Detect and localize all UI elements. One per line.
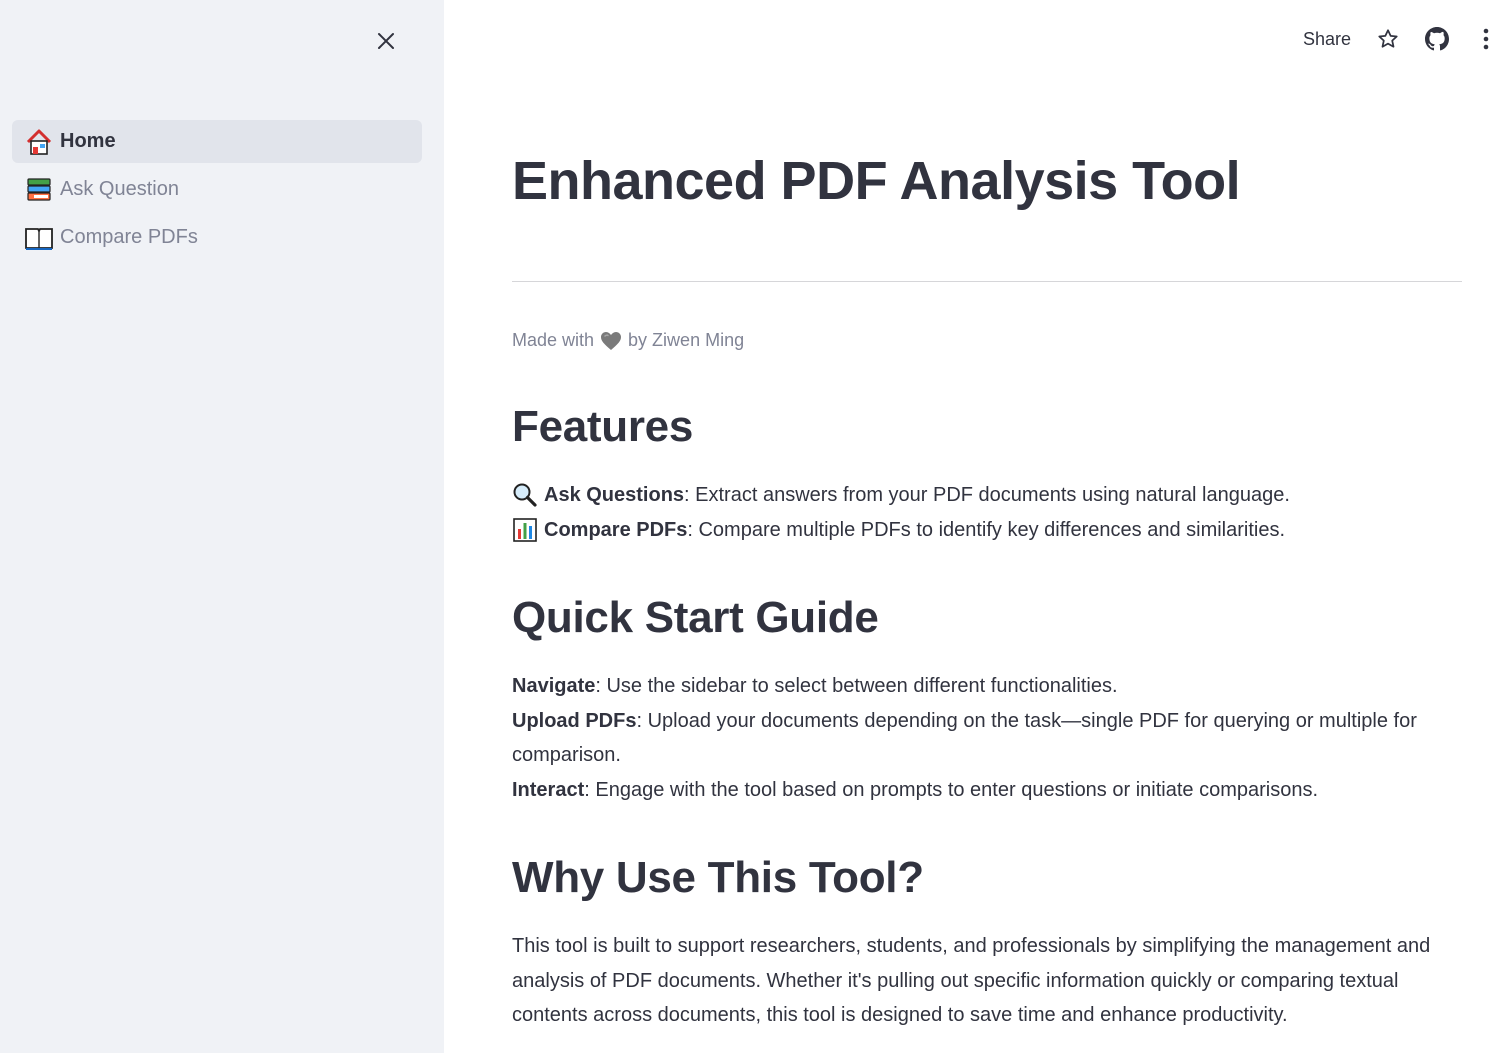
sidebar-item-label: Home bbox=[60, 130, 116, 152]
open-book-icon bbox=[24, 223, 54, 253]
list-item: Compare PDFs : Compare multiple PDFs to … bbox=[512, 513, 1462, 548]
quick-start-heading: Quick Start Guide bbox=[512, 593, 879, 642]
more-vertical-icon bbox=[1483, 28, 1489, 50]
list-item: Upload PDFs : Upload your documents depe… bbox=[512, 704, 1462, 739]
top-toolbar: Share bbox=[1303, 22, 1506, 56]
divider bbox=[512, 281, 1462, 282]
sidebar: Home Ask Question Compare PDFs bbox=[0, 0, 444, 1053]
list-item: Navigate : Use the sidebar to select bet… bbox=[512, 669, 1462, 704]
books-icon bbox=[24, 175, 54, 205]
feature-text: : Compare multiple PDFs to identify key … bbox=[687, 518, 1286, 541]
features-list: Ask Questions : Extract answers from you… bbox=[512, 478, 1462, 547]
page-title: Enhanced PDF Analysis Tool bbox=[512, 151, 1241, 211]
paragraph-line: analysis of PDF documents. Whether it's … bbox=[512, 969, 1399, 992]
bar-chart-icon bbox=[512, 517, 538, 543]
close-icon bbox=[378, 33, 394, 49]
star-button[interactable] bbox=[1371, 22, 1405, 56]
step-name: Upload PDFs bbox=[512, 709, 637, 732]
step-name: Interact bbox=[512, 778, 585, 801]
github-icon bbox=[1425, 27, 1449, 51]
more-menu-button[interactable] bbox=[1469, 22, 1503, 56]
why-heading: Why Use This Tool? bbox=[512, 853, 924, 902]
why-paragraph: This tool is built to support researcher… bbox=[512, 929, 1462, 1033]
step-text: comparison. bbox=[512, 744, 621, 766]
share-button[interactable]: Share bbox=[1303, 29, 1351, 50]
paragraph-line: contents across documents, this tool is … bbox=[512, 1004, 1288, 1026]
sidebar-item-compare-pdfs[interactable]: Compare PDFs bbox=[12, 216, 422, 259]
features-heading: Features bbox=[512, 402, 694, 451]
quick-start-list: Navigate : Use the sidebar to select bet… bbox=[512, 669, 1462, 807]
made-with-caption: Made with by Ziwen Ming bbox=[512, 330, 744, 351]
step-text: : Engage with the tool based on prompts … bbox=[584, 778, 1319, 801]
feature-name: Ask Questions bbox=[544, 484, 685, 506]
paragraph-line: This tool is built to support researcher… bbox=[512, 935, 1431, 957]
list-item: Interact : Engage with the tool based on… bbox=[512, 773, 1462, 808]
list-item: Ask Questions : Extract answers from you… bbox=[512, 478, 1462, 513]
house-icon bbox=[24, 127, 54, 157]
heart-icon bbox=[600, 331, 622, 351]
feature-text: : Extract answers from your PDF document… bbox=[684, 484, 1290, 506]
sidebar-item-ask-question[interactable]: Ask Question bbox=[12, 168, 422, 211]
github-button[interactable] bbox=[1420, 22, 1454, 56]
sidebar-item-label: Ask Question bbox=[60, 178, 179, 200]
step-text: : Use the sidebar to select between diff… bbox=[595, 675, 1118, 697]
feature-name: Compare PDFs bbox=[544, 518, 688, 541]
made-with-suffix: by Ziwen Ming bbox=[628, 330, 745, 350]
magnifier-icon bbox=[512, 482, 538, 508]
made-with-prefix: Made with bbox=[512, 330, 595, 350]
close-sidebar-button[interactable] bbox=[372, 27, 400, 55]
sidebar-item-label: Compare PDFs bbox=[60, 226, 198, 248]
sidebar-item-home[interactable]: Home bbox=[12, 120, 422, 163]
step-text: : Upload your documents depending on the… bbox=[636, 709, 1417, 732]
step-name: Navigate bbox=[512, 675, 596, 697]
app-root: Home Ask Question Compare PDFs Share Enh… bbox=[0, 0, 1506, 1053]
sidebar-nav: Home Ask Question Compare PDFs bbox=[12, 120, 422, 264]
list-item-continuation: comparison. bbox=[512, 738, 1462, 773]
star-icon bbox=[1378, 29, 1398, 48]
